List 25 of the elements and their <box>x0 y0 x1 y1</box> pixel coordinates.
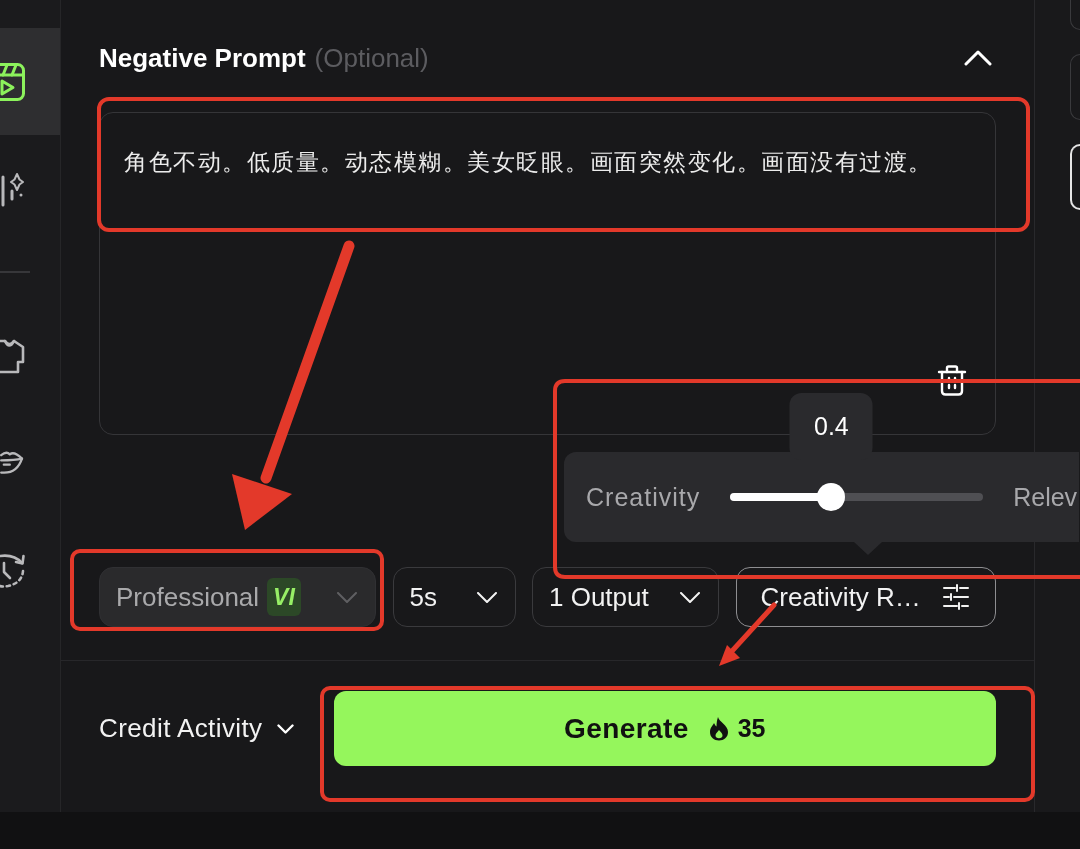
vip-badge: VI <box>267 578 301 616</box>
trash-icon[interactable] <box>937 365 967 396</box>
sliders-icon <box>942 584 969 610</box>
relevance-label: Relev <box>1013 482 1078 512</box>
credit-activity-dropdown[interactable]: Credit Activity <box>99 691 294 766</box>
slider-track[interactable] <box>730 483 984 511</box>
shirt-icon <box>0 337 25 374</box>
clapperboard-icon <box>0 62 25 101</box>
chevron-up-icon[interactable] <box>964 50 992 66</box>
section-title: Negative Prompt <box>99 42 306 74</box>
slider-handle[interactable] <box>817 483 846 511</box>
chevron-down-icon <box>337 591 357 603</box>
sparkle-wand-icon <box>0 170 24 207</box>
generate-button[interactable]: Generate 35 <box>333 691 996 766</box>
optional-label: (Optional) <box>314 42 429 74</box>
chevron-down-icon <box>680 591 700 603</box>
dropdown[interactable]: 5s <box>392 567 516 627</box>
lips-icon <box>0 449 24 476</box>
creativity-label: Creativity <box>586 482 701 512</box>
creativity-button[interactable]: Creativity R… <box>735 567 996 627</box>
dropdown[interactable]: 1 Output <box>532 567 719 627</box>
sidebar-item[interactable] <box>0 28 60 135</box>
prompt-text: 角色不动。低质量。动态模糊。美女眨眼。画面突然变化。画面没有过渡。 <box>124 148 933 177</box>
flame-icon <box>708 716 729 741</box>
chevron-down-icon <box>476 591 497 603</box>
